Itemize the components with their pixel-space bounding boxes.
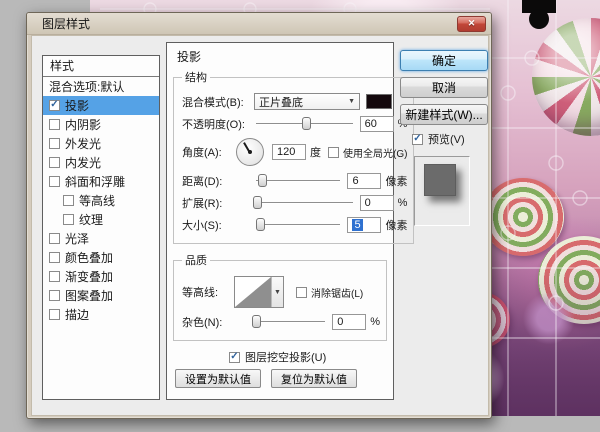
size-input[interactable]: 5 xyxy=(347,217,381,233)
layer-knockout-checkbox[interactable]: ✓ xyxy=(229,352,240,363)
opacity-slider-thumb[interactable] xyxy=(302,117,311,130)
noise-slider-thumb[interactable] xyxy=(252,315,261,328)
opacity-slider[interactable] xyxy=(254,116,355,131)
spread-slider[interactable] xyxy=(254,195,355,210)
texture-checkbox[interactable] xyxy=(63,214,74,225)
anti-alias-checkbox[interactable] xyxy=(296,287,307,298)
color-overlay-checkbox[interactable] xyxy=(49,252,60,263)
spread-input[interactable]: 0 xyxy=(360,195,394,211)
layer-style-dialog: 图层样式 ✕ 样式 混合选项:默认 ✓ 投影 内阴影 外发光 xyxy=(26,12,492,419)
sidebar-item-bevel-emboss[interactable]: 斜面和浮雕 xyxy=(43,172,159,191)
preview-toggle-row: ✓ 预览(V) xyxy=(412,131,488,147)
blend-mode-select[interactable]: 正片叠底 ▼ xyxy=(254,93,360,110)
drop-shadow-checkbox[interactable]: ✓ xyxy=(49,100,60,111)
noise-input[interactable]: 0 xyxy=(332,314,366,330)
satin-checkbox[interactable] xyxy=(49,233,60,244)
structure-group: 结构 混合模式(B): 正片叠底 ▼ 不透明度(O): 60 xyxy=(173,69,414,244)
distance-row: 距离(D): 6 像素 xyxy=(182,171,407,190)
preview-shadow-square xyxy=(424,164,456,196)
gradient-overlay-checkbox[interactable] xyxy=(49,271,60,282)
sidebar-item-contour[interactable]: 等高线 xyxy=(43,191,159,210)
contour-checkbox[interactable] xyxy=(63,195,74,206)
contour-picker[interactable]: ▼ xyxy=(234,276,284,308)
quality-group: 品质 等高线: ▼ 消除锯齿(L) 杂色(N): xyxy=(173,252,387,341)
dialog-body: 样式 混合选项:默认 ✓ 投影 内阴影 外发光 内发光 斜面和 xyxy=(31,35,489,416)
contour-picker-row: 等高线: ▼ 消除锯齿(L) xyxy=(182,275,380,309)
spread-row: 扩展(R): 0 % xyxy=(182,193,407,212)
dialog-title: 图层样式 xyxy=(42,15,90,32)
ok-button[interactable]: 确定 xyxy=(400,50,488,71)
noise-row: 杂色(N): 0 % xyxy=(182,312,380,331)
outer-glow-checkbox[interactable] xyxy=(49,138,60,149)
default-buttons-row: 设置为默认值 复位为默认值 xyxy=(175,369,393,388)
sidebar-item-inner-shadow[interactable]: 内阴影 xyxy=(43,115,159,134)
blend-mode-row: 混合模式(B): 正片叠底 ▼ xyxy=(182,92,407,111)
stroke-checkbox[interactable] xyxy=(49,309,60,320)
preview-thumbnail xyxy=(414,156,470,226)
distance-slider[interactable] xyxy=(254,173,342,188)
pattern-overlay-checkbox[interactable] xyxy=(49,290,60,301)
chevron-down-icon: ▼ xyxy=(348,98,355,105)
sidebar-item-gradient-overlay[interactable]: 渐变叠加 xyxy=(43,267,159,286)
styles-list-header: 样式 xyxy=(43,56,159,77)
angle-row: 角度(A): 120 度 使用全局光(G) xyxy=(182,136,407,168)
dialog-actions: 确定 取消 新建样式(W)... ✓ 预览(V) xyxy=(400,50,488,226)
reset-default-button[interactable]: 复位为默认值 xyxy=(271,369,357,388)
layer-knockout-row: ✓ 图层挖空投影(U) xyxy=(229,349,393,365)
sidebar-item-drop-shadow[interactable]: ✓ 投影 xyxy=(43,96,159,115)
inner-shadow-checkbox[interactable] xyxy=(49,119,60,130)
missing-puzzle-piece xyxy=(522,0,556,29)
sidebar-item-color-overlay[interactable]: 颜色叠加 xyxy=(43,248,159,267)
angle-input[interactable]: 120 xyxy=(272,144,306,160)
make-default-button[interactable]: 设置为默认值 xyxy=(175,369,261,388)
sidebar-item-satin[interactable]: 光泽 xyxy=(43,229,159,248)
sidebar-item-inner-glow[interactable]: 内发光 xyxy=(43,153,159,172)
opacity-row: 不透明度(O): 60 % xyxy=(182,114,407,133)
new-style-button[interactable]: 新建样式(W)... xyxy=(400,104,488,125)
drop-shadow-panel: 投影 结构 混合模式(B): 正片叠底 ▼ 不透明度(O): xyxy=(166,42,394,400)
sidebar-item-stroke[interactable]: 描边 xyxy=(43,305,159,324)
preview-label: 预览(V) xyxy=(428,131,465,147)
structure-legend: 结构 xyxy=(182,69,210,85)
preview-checkbox[interactable]: ✓ xyxy=(412,134,423,145)
shadow-color-swatch[interactable] xyxy=(366,94,392,109)
close-button[interactable]: ✕ xyxy=(457,16,486,32)
noise-slider[interactable] xyxy=(254,314,327,329)
chevron-down-icon[interactable]: ▼ xyxy=(271,277,283,307)
size-slider-thumb[interactable] xyxy=(256,218,265,231)
styles-list: 样式 混合选项:默认 ✓ 投影 内阴影 外发光 内发光 斜面和 xyxy=(42,55,160,400)
dialog-titlebar[interactable]: 图层样式 ✕ xyxy=(27,13,491,35)
size-slider[interactable] xyxy=(254,217,342,232)
distance-input[interactable]: 6 xyxy=(347,173,381,189)
cancel-button[interactable]: 取消 xyxy=(400,77,488,98)
close-icon: ✕ xyxy=(468,18,476,29)
use-global-light-checkbox[interactable] xyxy=(328,147,339,158)
sidebar-item-pattern-overlay[interactable]: 图案叠加 xyxy=(43,286,159,305)
bevel-emboss-checkbox[interactable] xyxy=(49,176,60,187)
panel-heading: 投影 xyxy=(177,48,393,65)
size-row: 大小(S): 5 像素 xyxy=(182,215,407,234)
inner-glow-checkbox[interactable] xyxy=(49,157,60,168)
contour-thumbnail xyxy=(235,277,271,307)
sidebar-item-texture[interactable]: 纹理 xyxy=(43,210,159,229)
angle-dial[interactable] xyxy=(236,138,264,166)
sidebar-item-outer-glow[interactable]: 外发光 xyxy=(43,134,159,153)
distance-slider-thumb[interactable] xyxy=(258,174,267,187)
sidebar-item-blending-options[interactable]: 混合选项:默认 xyxy=(43,77,159,96)
quality-legend: 品质 xyxy=(182,252,210,268)
opacity-input[interactable]: 60 xyxy=(360,116,394,132)
spread-slider-thumb[interactable] xyxy=(253,196,262,209)
